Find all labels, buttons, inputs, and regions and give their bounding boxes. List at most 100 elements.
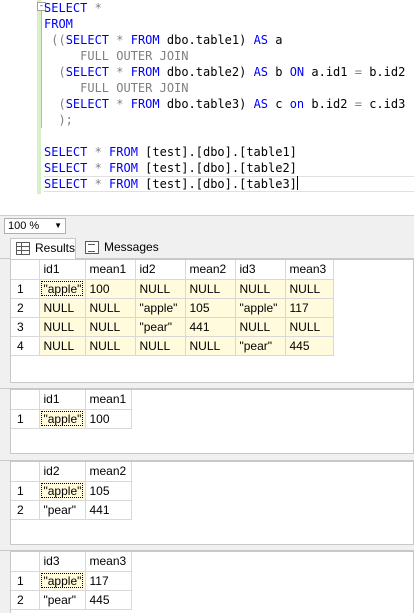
code-token: FROM <box>130 65 160 79</box>
grid-cell[interactable]: 100 <box>85 409 132 429</box>
query-text[interactable]: SELECT * FROM ((SELECT * FROM dbo.table1)… <box>44 0 405 192</box>
grid-cell[interactable]: NULL <box>285 317 334 337</box>
column-header[interactable]: id1 <box>39 390 86 410</box>
column-header[interactable]: id2 <box>135 260 186 280</box>
grid-cell[interactable]: NULL <box>135 336 186 356</box>
grid-cell[interactable]: "apple" <box>39 481 86 501</box>
sql-editor[interactable]: - SELECT * FROM ((SELECT * FROM dbo.table… <box>0 0 414 215</box>
grid-cell[interactable]: "apple" <box>39 279 86 299</box>
grid-cell[interactable]: NULL <box>185 336 236 356</box>
code-token: [test].[dbo].[table2] <box>137 161 297 175</box>
results-area: id1 mean1 id2 mean2 id3 mean3 1 "apple" 100 NULL N… <box>0 259 414 613</box>
code-line[interactable]: FULL OUTER JOIN <box>44 80 405 96</box>
grid-cell[interactable]: 105 <box>185 298 236 318</box>
row-number[interactable]: 1 <box>11 571 40 591</box>
grid-cell[interactable]: NULL <box>85 336 136 356</box>
code-line[interactable] <box>44 128 405 144</box>
grid-cell[interactable]: 445 <box>285 336 334 356</box>
column-header[interactable]: id3 <box>235 260 286 280</box>
grid-cell[interactable]: 441 <box>185 317 236 337</box>
row-number[interactable]: 2 <box>11 500 40 520</box>
column-header[interactable]: id1 <box>39 260 86 280</box>
grid-corner[interactable] <box>11 462 40 482</box>
code-line[interactable]: SELECT * FROM [test].[dbo].[table3] <box>44 176 405 192</box>
table-row[interactable]: 1 "apple" 100 NULL NULL NULL NULL <box>11 279 334 299</box>
column-header[interactable]: mean1 <box>85 390 132 410</box>
result-grid-1[interactable]: id1 mean1 id2 mean2 id3 mean3 1 "apple" 100 NULL N… <box>10 259 414 383</box>
row-number[interactable]: 1 <box>11 409 40 429</box>
code-token: b.id2 <box>304 97 355 111</box>
grid-cell[interactable]: 445 <box>85 590 132 610</box>
code-line[interactable]: ); <box>44 112 405 128</box>
result-tabs: Results Messages <box>0 235 414 259</box>
grid-cell[interactable]: NULL <box>39 298 86 318</box>
zoom-bar: 100 % ▼ <box>0 215 414 235</box>
table-row[interactable]: 1 "apple" 100 <box>11 409 132 429</box>
code-token: SELECT <box>44 1 88 15</box>
column-header[interactable]: mean3 <box>285 260 334 280</box>
code-line[interactable]: SELECT * <box>44 0 405 16</box>
result-grid-4[interactable]: id3 mean3 1 "apple" 117 2 "pear" 445 <box>10 551 414 613</box>
grid-cell[interactable]: NULL <box>85 317 136 337</box>
row-number[interactable]: 1 <box>11 481 40 501</box>
grid-cell[interactable]: "apple" <box>235 298 286 318</box>
table-row[interactable]: 1 "apple" 105 <box>11 481 132 501</box>
grid-cell[interactable]: 441 <box>85 500 132 520</box>
chevron-down-icon[interactable]: ▼ <box>54 219 62 233</box>
grid-cell[interactable]: "apple" <box>39 409 86 429</box>
grid-cell[interactable]: NULL <box>285 279 334 299</box>
code-line[interactable]: FROM <box>44 16 405 32</box>
grid-cell[interactable]: "pear" <box>135 317 186 337</box>
code-line[interactable]: ((SELECT * FROM dbo.table1) AS a <box>44 32 405 48</box>
grid-corner[interactable] <box>11 552 40 572</box>
tab-results[interactable]: Results <box>10 238 76 259</box>
grid-cell[interactable]: 105 <box>85 481 132 501</box>
table-row[interactable]: 4 NULL NULL NULL NULL "pear" 445 <box>11 336 334 356</box>
code-line[interactable]: SELECT * FROM [test].[dbo].[table2] <box>44 160 405 176</box>
code-token: b <box>268 65 290 79</box>
grid-cell[interactable]: "apple" <box>39 571 86 591</box>
zoom-select[interactable]: 100 % ▼ <box>4 218 66 234</box>
column-header[interactable]: mean1 <box>85 260 136 280</box>
table-row[interactable]: 2 NULL NULL "apple" 105 "apple" 117 <box>11 298 334 318</box>
grid-cell[interactable]: "apple" <box>135 298 186 318</box>
code-token: AS <box>253 97 269 111</box>
column-header[interactable]: mean2 <box>85 462 132 482</box>
grid-cell[interactable]: NULL <box>235 317 286 337</box>
grid-cell[interactable]: NULL <box>39 336 86 356</box>
grid-corner[interactable] <box>11 390 40 410</box>
column-header[interactable]: id3 <box>39 552 86 572</box>
grid-cell[interactable]: 117 <box>85 571 132 591</box>
row-number[interactable]: 2 <box>11 590 40 610</box>
grid-cell[interactable]: NULL <box>85 298 136 318</box>
grid-cell[interactable]: 100 <box>85 279 136 299</box>
grid-cell[interactable]: "pear" <box>39 500 86 520</box>
row-number[interactable]: 1 <box>11 279 40 299</box>
grid-cell[interactable]: 117 <box>285 298 334 318</box>
column-header[interactable]: mean3 <box>85 552 132 572</box>
row-number[interactable]: 4 <box>11 336 40 356</box>
code-line[interactable]: FULL OUTER JOIN <box>44 48 405 64</box>
table-row[interactable]: 3 NULL NULL "pear" 441 NULL NULL <box>11 317 334 337</box>
column-header[interactable]: mean2 <box>185 260 236 280</box>
grid-corner[interactable] <box>11 260 40 280</box>
column-header[interactable]: id2 <box>39 462 86 482</box>
table-row[interactable]: 2 "pear" 445 <box>11 590 132 610</box>
code-line[interactable]: (SELECT * FROM dbo.table2) AS b ON a.id1… <box>44 64 405 80</box>
row-number[interactable]: 3 <box>11 317 40 337</box>
result-grid-3[interactable]: id2 mean2 1 "apple" 105 2 "pear" 441 <box>10 461 414 545</box>
grid-cell[interactable]: NULL <box>185 279 236 299</box>
table-row[interactable]: 2 "pear" 441 <box>11 500 132 520</box>
grid-cell[interactable]: "pear" <box>39 590 86 610</box>
table-row[interactable]: 1 "apple" 117 <box>11 571 132 591</box>
row-number[interactable]: 2 <box>11 298 40 318</box>
code-token: SELECT <box>44 161 88 175</box>
result-grid-2[interactable]: id1 mean1 1 "apple" 100 <box>10 389 414 454</box>
grid-cell[interactable]: NULL <box>39 317 86 337</box>
tab-messages[interactable]: Messages <box>80 238 159 259</box>
grid-cell[interactable]: NULL <box>135 279 186 299</box>
code-line[interactable]: (SELECT * FROM dbo.table3) AS c on b.id2… <box>44 96 405 112</box>
grid-cell[interactable]: NULL <box>235 279 286 299</box>
code-line[interactable]: SELECT * FROM [test].[dbo].[table1] <box>44 144 405 160</box>
grid-cell[interactable]: "pear" <box>235 336 286 356</box>
